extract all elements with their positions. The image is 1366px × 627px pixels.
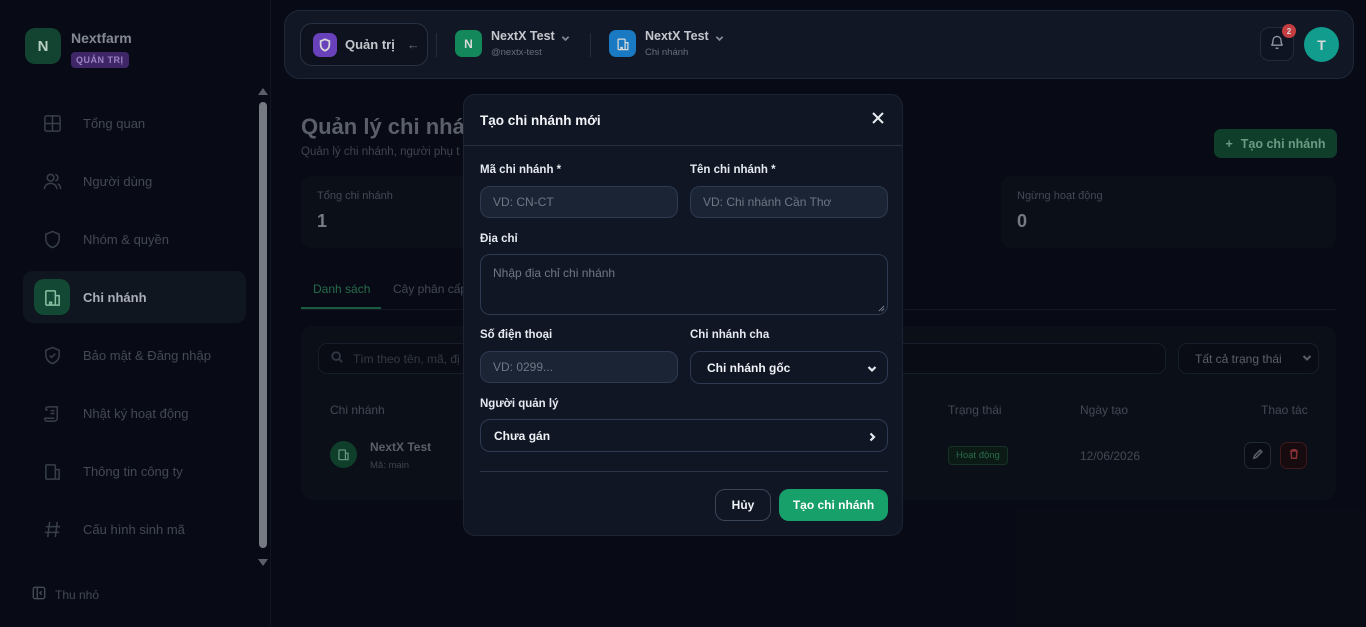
close-icon — [872, 111, 884, 129]
phone-label: Số điện thoại — [480, 329, 553, 341]
create-branch-submit-button[interactable]: Tạo chi nhánh — [779, 489, 888, 521]
branch-name-label: Tên chi nhánh * — [690, 164, 776, 176]
close-button[interactable] — [869, 111, 887, 129]
dialog-header: Tạo chi nhánh mới — [464, 95, 902, 146]
branch-code-input[interactable]: VD: CN-CT — [480, 186, 678, 218]
cancel-button[interactable]: Hủy — [715, 489, 771, 521]
branch-code-placeholder: VD: CN-CT — [493, 195, 554, 209]
dialog-title: Tạo chi nhánh mới — [480, 113, 601, 128]
address-textarea[interactable]: Nhập địa chỉ chi nhánh — [480, 254, 888, 315]
address-placeholder: Nhập địa chỉ chi nhánh — [493, 266, 616, 280]
parent-branch-label: Chi nhánh cha — [690, 329, 770, 341]
dialog-footer-divider — [480, 471, 888, 472]
branch-name-placeholder: VD: Chi nhánh Cần Thơ — [703, 195, 832, 209]
parent-branch-value: Chi nhánh gốc — [707, 360, 791, 375]
resize-handle-icon[interactable] — [878, 305, 885, 312]
create-branch-dialog: Tạo chi nhánh mới Mã chi nhánh * VD: CN-… — [463, 94, 903, 536]
manager-label: Người quản lý — [480, 398, 559, 410]
phone-placeholder: VD: 0299... — [493, 360, 554, 374]
branch-name-input[interactable]: VD: Chi nhánh Cần Thơ — [690, 186, 888, 218]
parent-branch-select[interactable]: Chi nhánh gốc — [690, 351, 888, 384]
address-label: Địa chỉ — [480, 233, 518, 245]
manager-value: Chưa gán — [494, 428, 551, 443]
chevron-right-icon — [867, 431, 877, 445]
branch-code-label: Mã chi nhánh * — [480, 164, 562, 176]
phone-input[interactable]: VD: 0299... — [480, 351, 678, 383]
chevron-down-icon — [867, 363, 877, 377]
manager-picker[interactable]: Chưa gán — [480, 419, 888, 452]
